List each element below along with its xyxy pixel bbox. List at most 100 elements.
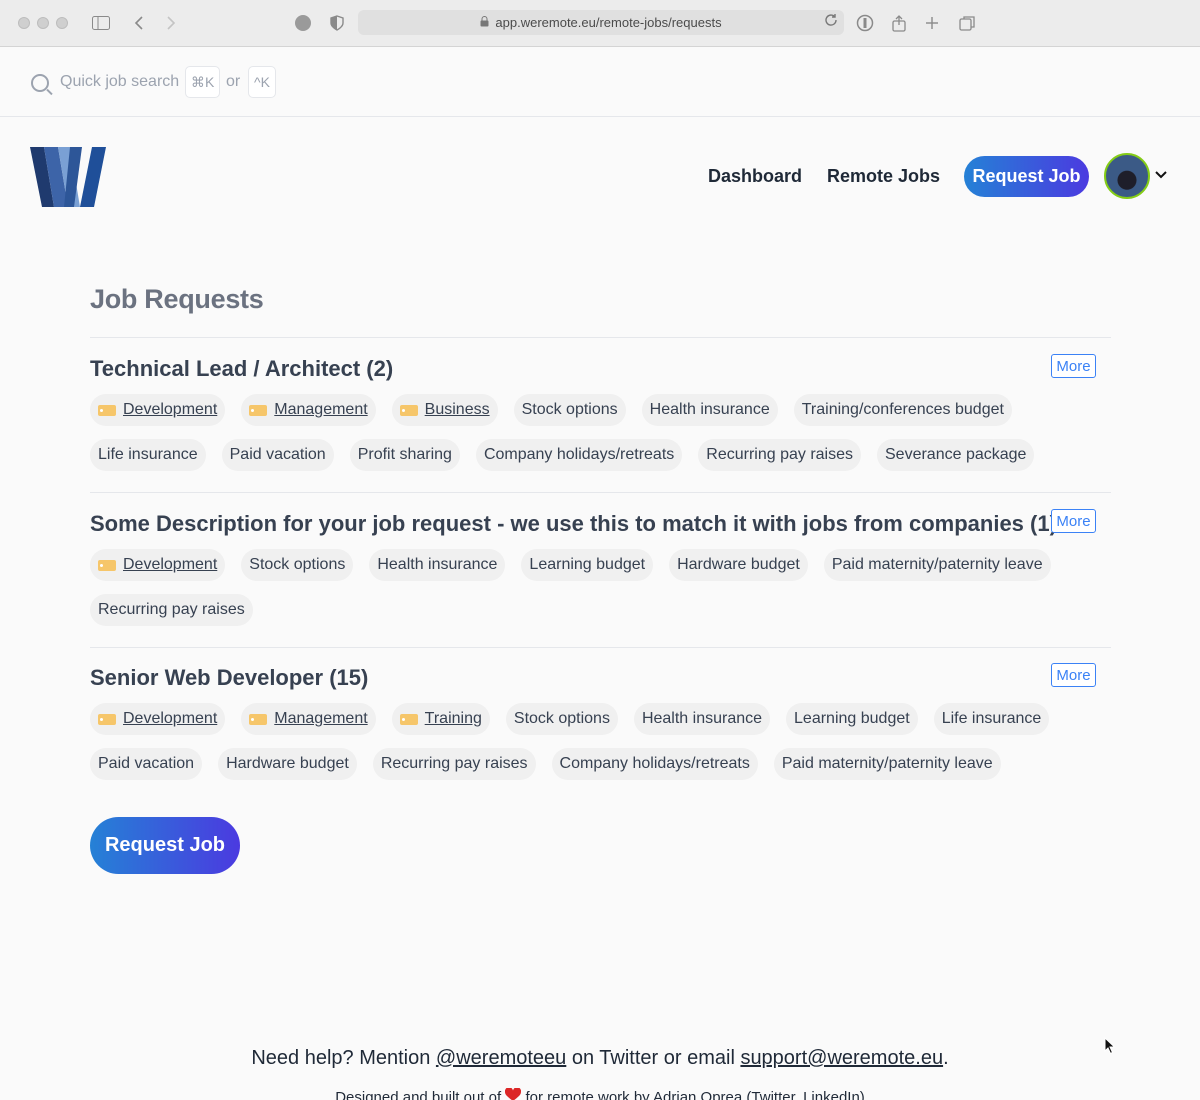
- more-button[interactable]: More: [1051, 354, 1096, 378]
- minimize-window-button[interactable]: [37, 17, 49, 29]
- lock-icon: [480, 15, 489, 30]
- benefit-tag: Paid vacation: [90, 748, 203, 780]
- tag-label: Hardware budget: [226, 755, 349, 772]
- tag-label: Severance package: [885, 446, 1027, 463]
- tag-label-icon: [399, 404, 418, 416]
- tag-label: Stock options: [249, 556, 346, 573]
- category-tag[interactable]: Management: [241, 394, 376, 426]
- benefit-tag: Paid maternity/paternity leave: [773, 748, 1001, 780]
- tag-label: Paid vacation: [229, 446, 326, 463]
- benefit-tag: Life insurance: [933, 703, 1050, 735]
- tag-label: Training/conferences budget: [801, 401, 1004, 418]
- benefit-tag: Company holidays/retreats: [475, 439, 683, 471]
- benefit-tag: Recurring pay raises: [90, 594, 253, 626]
- tag-label: Paid vacation: [98, 755, 195, 772]
- url-text: app.weremote.eu/remote-jobs/requests: [495, 15, 722, 30]
- request-title[interactable]: Senior Web Developer (15): [90, 665, 368, 691]
- tag-label: Development: [123, 401, 218, 418]
- search-placeholder[interactable]: Quick job search: [60, 73, 179, 91]
- benefit-tag: Severance package: [877, 439, 1035, 471]
- tag-list: Development Management Business Stock optio…: [90, 394, 1070, 471]
- footer-help: Need help? Mention @weremoteeu on Twitte…: [0, 1047, 1200, 1070]
- more-button[interactable]: More: [1051, 663, 1096, 687]
- tag-label: Development: [123, 556, 218, 573]
- shortcut-ctrl-k: ^K: [248, 66, 276, 98]
- tag-label-icon: [98, 404, 116, 416]
- zoom-window-button[interactable]: [56, 17, 68, 29]
- tag-label: Life insurance: [941, 710, 1042, 727]
- category-tag[interactable]: Business: [391, 394, 498, 426]
- request-job-button[interactable]: Request Job: [90, 817, 240, 874]
- benefit-tag: Life insurance: [90, 439, 206, 471]
- category-tag[interactable]: Development: [90, 703, 226, 735]
- tag-label: Recurring pay raises: [380, 755, 528, 772]
- request-title[interactable]: Technical Lead / Architect (2): [90, 356, 393, 382]
- adblock-icon[interactable]: [292, 12, 314, 34]
- more-button[interactable]: More: [1051, 509, 1096, 533]
- nav-remote-jobs[interactable]: Remote Jobs: [827, 166, 940, 187]
- mouse-cursor-icon: [1104, 1036, 1116, 1055]
- category-tag[interactable]: Management: [241, 703, 376, 735]
- privacy-shield-icon[interactable]: [326, 12, 348, 34]
- tag-label: Development: [123, 710, 218, 727]
- share-icon[interactable]: [888, 12, 910, 34]
- category-tag[interactable]: Training: [391, 703, 490, 735]
- tag-label-icon: [249, 404, 268, 416]
- benefit-tag: Stock options: [241, 549, 354, 581]
- reload-icon[interactable]: [824, 13, 838, 30]
- tag-list: Development Management Training Stock optio…: [90, 703, 1070, 780]
- tag-label: Business: [424, 401, 490, 418]
- forward-icon[interactable]: [160, 12, 182, 34]
- footer-credit-prefix: Designed and built out of: [335, 1089, 506, 1100]
- tag-label: Recurring pay raises: [98, 601, 245, 618]
- search-icon[interactable]: [31, 74, 49, 92]
- address-bar[interactable]: app.weremote.eu/remote-jobs/requests: [358, 10, 844, 35]
- benefit-tag: Health insurance: [641, 394, 778, 426]
- request-title[interactable]: Some Description for your job request - …: [90, 511, 1057, 537]
- nav-dashboard[interactable]: Dashboard: [708, 166, 802, 187]
- password-manager-icon[interactable]: [854, 12, 876, 34]
- tag-label: Stock options: [513, 710, 610, 727]
- benefit-tag: Paid maternity/paternity leave: [823, 549, 1051, 581]
- benefit-tag: Learning budget: [786, 703, 918, 735]
- support-email-link[interactable]: support@weremote.eu: [740, 1047, 943, 1069]
- page-title: Job Requests: [90, 284, 264, 314]
- tag-label: Hardware budget: [677, 556, 800, 573]
- tag-label: Life insurance: [98, 446, 198, 463]
- close-window-button[interactable]: [18, 17, 30, 29]
- tag-label: Company holidays/retreats: [559, 755, 750, 772]
- tag-list: Development Stock options Health insurance…: [90, 549, 1070, 626]
- twitter-link[interactable]: @weremoteeu: [436, 1047, 566, 1069]
- footer-help-suffix: .: [943, 1047, 949, 1069]
- sidebar-toggle-icon[interactable]: [90, 12, 112, 34]
- category-tag[interactable]: Development: [90, 549, 226, 581]
- tag-label: Training: [424, 710, 482, 727]
- heart-icon: [505, 1087, 522, 1100]
- tag-label: Health insurance: [377, 556, 498, 573]
- weremote-logo[interactable]: [30, 147, 106, 207]
- divider: [90, 337, 1111, 338]
- benefit-tag: Learning budget: [521, 549, 654, 581]
- tag-label: Health insurance: [641, 710, 763, 727]
- new-tab-icon[interactable]: [921, 12, 943, 34]
- benefit-tag: Training/conferences budget: [793, 394, 1012, 426]
- benefit-tag: Profit sharing: [349, 439, 460, 471]
- category-tag[interactable]: Development: [90, 394, 226, 426]
- chevron-down-icon[interactable]: [1154, 168, 1168, 182]
- tag-label: Learning budget: [529, 556, 646, 573]
- benefit-tag: Health insurance: [369, 549, 506, 581]
- avatar[interactable]: [1104, 153, 1150, 199]
- footer-credit-suffix: for remote work by Adrian Oprea (Twitter…: [521, 1089, 865, 1100]
- tag-label: Paid maternity/paternity leave: [831, 556, 1043, 573]
- tab-overview-icon[interactable]: [956, 12, 978, 34]
- tag-label: Learning budget: [794, 710, 910, 727]
- header-request-job-button[interactable]: Request Job: [964, 156, 1089, 197]
- footer-help-middle: on Twitter or email: [566, 1047, 741, 1069]
- tag-label: Profit sharing: [357, 446, 452, 463]
- tag-label: Paid maternity/paternity leave: [781, 755, 993, 772]
- benefit-tag: Hardware budget: [669, 549, 808, 581]
- tag-label: Stock options: [521, 401, 618, 418]
- quick-search-bar[interactable]: Quick job search ⌘K or ^K: [0, 48, 1200, 117]
- back-icon[interactable]: [128, 12, 150, 34]
- benefit-tag: Stock options: [505, 703, 618, 735]
